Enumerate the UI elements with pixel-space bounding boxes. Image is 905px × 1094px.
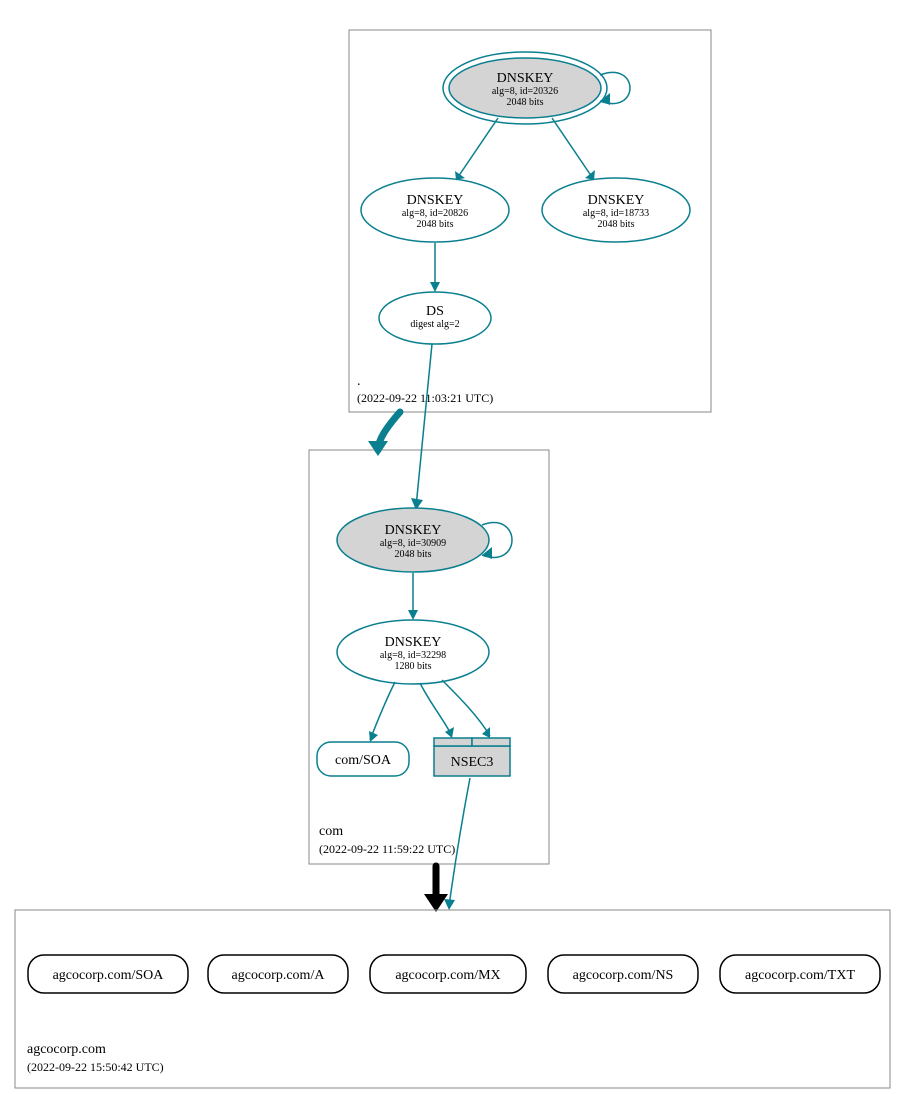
node-root-ds: DS digest alg=2 bbox=[379, 292, 491, 344]
svg-text:agcocorp.com/SOA: agcocorp.com/SOA bbox=[53, 968, 165, 983]
node-com-soa: com/SOA bbox=[317, 742, 409, 776]
svg-text:DS: DS bbox=[426, 304, 444, 319]
svg-text:alg=8, id=32298: alg=8, id=32298 bbox=[380, 650, 446, 661]
node-root-ksk: DNSKEY alg=8, id=20326 2048 bits bbox=[443, 52, 607, 124]
zone-delegation-arrow-com-target bbox=[424, 866, 448, 912]
dnssec-diagram: . (2022-09-22 11:03:21 UTC) DNSKEY alg=8… bbox=[0, 0, 905, 1094]
edge-root-ksk-zsk2 bbox=[552, 118, 595, 180]
node-root-zsk1: DNSKEY alg=8, id=20826 2048 bits bbox=[361, 178, 509, 242]
edge-root-ksk-zsk1 bbox=[455, 118, 498, 180]
svg-text:alg=8, id=20326: alg=8, id=20326 bbox=[492, 86, 558, 97]
node-target-rr-4: agcocorp.com/TXT bbox=[720, 955, 880, 993]
zone-name-com: com bbox=[319, 824, 343, 839]
zone-delegation-arrow-root-com bbox=[368, 412, 400, 456]
edge-com-ksk-zsk bbox=[408, 573, 418, 620]
svg-text:alg=8, id=18733: alg=8, id=18733 bbox=[583, 208, 649, 219]
svg-text:agcocorp.com/MX: agcocorp.com/MX bbox=[395, 968, 500, 983]
node-com-nsec3: NSEC3 bbox=[434, 738, 510, 776]
svg-text:2048 bits: 2048 bits bbox=[507, 97, 544, 108]
svg-text:2048 bits: 2048 bits bbox=[598, 219, 635, 230]
svg-text:2048 bits: 2048 bits bbox=[417, 219, 454, 230]
zone-name-root: . bbox=[357, 374, 361, 389]
edge-com-zsk-soa bbox=[369, 682, 395, 742]
edge-ds-comksk bbox=[411, 344, 432, 510]
zone-time-com: (2022-09-22 11:59:22 UTC) bbox=[319, 842, 455, 856]
svg-text:com/SOA: com/SOA bbox=[335, 753, 392, 768]
svg-text:DNSKEY: DNSKEY bbox=[385, 635, 442, 650]
edge-com-zsk-nsec3-a bbox=[420, 683, 454, 738]
svg-text:DNSKEY: DNSKEY bbox=[385, 523, 442, 538]
zone-time-root: (2022-09-22 11:03:21 UTC) bbox=[357, 391, 493, 405]
edge-root-zsk1-ds bbox=[430, 243, 440, 292]
svg-text:agcocorp.com/A: agcocorp.com/A bbox=[232, 968, 326, 983]
node-target-rr-1: agcocorp.com/A bbox=[208, 955, 348, 993]
svg-text:1280 bits: 1280 bits bbox=[395, 661, 432, 672]
svg-text:2048 bits: 2048 bits bbox=[395, 549, 432, 560]
node-com-zsk: DNSKEY alg=8, id=32298 1280 bits bbox=[337, 620, 489, 684]
node-com-ksk: DNSKEY alg=8, id=30909 2048 bits bbox=[337, 508, 489, 572]
svg-text:NSEC3: NSEC3 bbox=[451, 755, 494, 770]
zone-name-target: agcocorp.com bbox=[27, 1042, 106, 1057]
node-target-rr-3: agcocorp.com/NS bbox=[548, 955, 698, 993]
svg-text:alg=8, id=20826: alg=8, id=20826 bbox=[402, 208, 468, 219]
node-root-zsk2: DNSKEY alg=8, id=18733 2048 bits bbox=[542, 178, 690, 242]
svg-text:DNSKEY: DNSKEY bbox=[497, 71, 554, 86]
svg-text:agcocorp.com/NS: agcocorp.com/NS bbox=[573, 968, 674, 983]
node-target-rr-0: agcocorp.com/SOA bbox=[28, 955, 188, 993]
edge-com-zsk-nsec3-b bbox=[442, 680, 490, 738]
zone-time-target: (2022-09-22 15:50:42 UTC) bbox=[27, 1060, 164, 1074]
svg-text:digest alg=2: digest alg=2 bbox=[410, 319, 459, 330]
node-target-rr-2: agcocorp.com/MX bbox=[370, 955, 526, 993]
svg-text:DNSKEY: DNSKEY bbox=[407, 193, 464, 208]
svg-text:agcocorp.com/TXT: agcocorp.com/TXT bbox=[745, 968, 855, 983]
svg-text:DNSKEY: DNSKEY bbox=[588, 193, 645, 208]
svg-text:alg=8, id=30909: alg=8, id=30909 bbox=[380, 538, 446, 549]
